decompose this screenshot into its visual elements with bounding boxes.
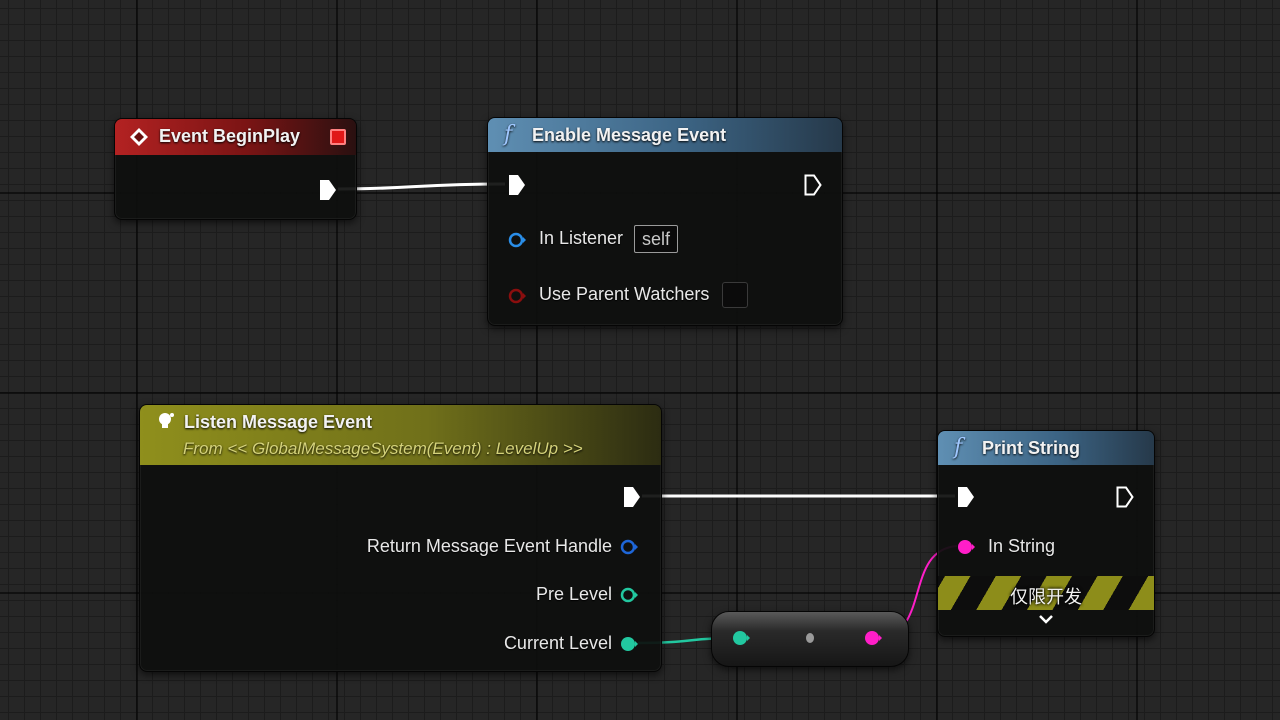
current-level-pin[interactable] [620, 636, 638, 652]
conversion-dot-icon [806, 633, 814, 643]
node-title: Event BeginPlay [159, 126, 301, 146]
in-string-pin[interactable] [957, 539, 975, 555]
chevron-down-icon[interactable] [1037, 613, 1055, 625]
node-header: Event BeginPlay [115, 119, 356, 155]
node-listen-message-event[interactable]: Listen Message Event From << GlobalMessa… [139, 404, 662, 672]
development-only-label: 仅限开发 [1010, 587, 1082, 607]
node-title: Print String [982, 438, 1080, 458]
node-event-beginplay[interactable]: Event BeginPlay [114, 118, 357, 220]
in-string-label: In String [988, 536, 1056, 556]
exec-out-pin[interactable] [623, 486, 641, 508]
node-header: f Enable Message Event [488, 118, 842, 152]
in-listener-value[interactable]: self [634, 225, 679, 253]
stop-icon [330, 129, 346, 145]
node-header: Listen Message Event From << GlobalMessa… [140, 405, 661, 465]
conversion-in-pin[interactable] [732, 630, 750, 646]
in-listener-pin[interactable] [508, 232, 526, 248]
use-parent-watchers-label: Use Parent Watchers [539, 284, 710, 304]
exec-in-pin[interactable] [957, 486, 975, 508]
conversion-out-pin[interactable] [864, 630, 882, 646]
node-int-to-string-conversion[interactable] [711, 611, 909, 667]
use-parent-watchers-pin[interactable] [508, 288, 526, 304]
exec-in-pin[interactable] [508, 174, 526, 196]
lightbulb-icon [159, 413, 174, 428]
exec-out-pin[interactable] [319, 179, 337, 201]
function-icon: f [954, 435, 963, 460]
node-title: Listen Message Event [184, 412, 373, 432]
pre-level-pin[interactable] [620, 587, 638, 603]
in-listener-label: In Listener [539, 228, 624, 248]
exec-wire-beginplay-enable [337, 182, 506, 191]
event-diamond-icon [130, 128, 148, 146]
exec-out-pin[interactable] [1116, 486, 1134, 508]
node-print-string[interactable]: f Print String In String 仅限开发 [937, 430, 1155, 637]
node-subtitle: From << GlobalMessageSystem(Event) : Lev… [183, 439, 583, 458]
pre-level-label: Pre Level [535, 584, 612, 604]
exec-out-pin[interactable] [804, 174, 822, 196]
node-enable-message-event[interactable]: f Enable Message Event In Listener self … [487, 117, 843, 326]
node-title: Enable Message Event [532, 125, 727, 145]
current-level-label: Current Level [503, 633, 612, 653]
return-handle-label: Return Message Event Handle [366, 536, 612, 556]
return-handle-pin[interactable] [620, 539, 638, 555]
use-parent-watchers-checkbox[interactable] [722, 282, 748, 308]
node-header: f Print String [938, 431, 1154, 465]
function-icon: f [504, 122, 513, 147]
